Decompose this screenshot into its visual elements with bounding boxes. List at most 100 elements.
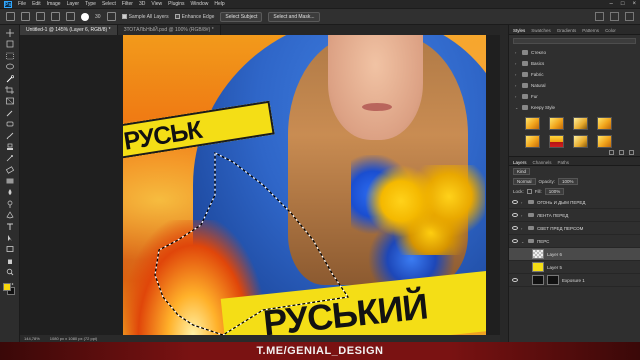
eye-icon[interactable] — [512, 239, 518, 243]
add-to-selection-icon[interactable] — [51, 12, 60, 21]
style-swatch[interactable] — [597, 135, 612, 148]
zoom-tool-icon[interactable] — [5, 268, 15, 276]
select-and-mask-button[interactable]: Select and Mask... — [268, 11, 320, 22]
crop-tool-icon[interactable] — [4, 85, 15, 94]
zoom-readout[interactable]: 144,78% — [24, 336, 40, 341]
chevron-right-icon[interactable]: › — [515, 61, 519, 66]
minimize-icon[interactable]: – — [610, 1, 613, 7]
layer-name[interactable]: ОГОНЬ И ДЫМ ПЕРЕД — [537, 200, 585, 205]
brush-size-value[interactable]: 30 — [95, 14, 101, 20]
enhance-edge-checkbox[interactable]: Enhance Edge — [174, 14, 214, 20]
move-tool-icon[interactable] — [5, 29, 15, 37]
style-group-fabric[interactable]: › Fabric — [509, 69, 640, 80]
chevron-right-icon[interactable]: › — [515, 83, 519, 88]
new-style-icon[interactable] — [619, 149, 624, 155]
brush-preview-icon[interactable] — [81, 12, 89, 21]
quick-selection-tool-icon[interactable] — [5, 74, 15, 83]
tab-color[interactable]: Color — [605, 28, 616, 33]
layer-name[interactable]: ПЕРС — [537, 239, 549, 244]
style-swatch[interactable] — [549, 135, 564, 148]
style-group-natural[interactable]: › Natural — [509, 80, 640, 91]
style-group-keepy-style[interactable]: ⌄ Keepy Style — [509, 102, 640, 113]
quick-selection-tool-icon[interactable] — [21, 12, 30, 21]
sample-all-layers-checkbox[interactable]: Sample All Layers — [121, 14, 169, 20]
layer-kind-filter[interactable]: Kind — [513, 167, 531, 175]
layer-name[interactable]: СВЕТ ПРЕД ПЕРСОМ — [537, 226, 583, 231]
chevron-right-icon[interactable]: › — [515, 94, 519, 99]
menu-layer[interactable]: Layer — [67, 1, 80, 7]
foreground-color-swatch[interactable] — [3, 283, 11, 291]
style-group-fur[interactable]: › Fur — [509, 91, 640, 102]
share-icon[interactable] — [625, 12, 634, 21]
tab-gradients[interactable]: Gradients — [557, 28, 577, 33]
tab-channels[interactable]: Channels — [533, 160, 552, 165]
style-swatch[interactable] — [573, 135, 588, 148]
tab-paths[interactable]: Paths — [558, 160, 570, 165]
opacity-input[interactable]: 100% — [558, 177, 578, 185]
healing-brush-tool-icon[interactable] — [5, 120, 15, 128]
menu-type[interactable]: Type — [85, 1, 96, 7]
marquee-tool-icon[interactable] — [5, 52, 15, 60]
chevron-down-icon[interactable]: ⌄ — [515, 105, 519, 110]
style-group-steklo[interactable]: › Стекло — [509, 47, 640, 58]
brush-angle-icon[interactable] — [106, 12, 116, 21]
tab-patterns[interactable]: Patterns — [582, 28, 599, 33]
type-tool-icon[interactable] — [5, 223, 15, 231]
menu-select[interactable]: Select — [102, 1, 116, 7]
pen-tool-icon[interactable] — [5, 211, 15, 219]
blur-tool-icon[interactable] — [5, 188, 15, 196]
style-swatch[interactable] — [525, 117, 540, 130]
dodge-tool-icon[interactable] — [5, 200, 15, 208]
layer-row[interactable]: Layer 5 — [509, 261, 640, 274]
eye-icon[interactable] — [512, 278, 518, 282]
eraser-tool-icon[interactable] — [5, 165, 15, 174]
eye-icon[interactable] — [512, 252, 518, 256]
path-selection-tool-icon[interactable] — [5, 234, 15, 242]
fill-input[interactable]: 100% — [544, 187, 565, 195]
menu-file[interactable]: File — [18, 1, 26, 7]
style-swatch[interactable] — [549, 117, 564, 130]
checkbox-box[interactable] — [174, 14, 180, 19]
menu-edit[interactable]: Edit — [32, 1, 41, 7]
menu-help[interactable]: Help — [214, 1, 224, 7]
layer-row[interactable]: Exposure 1 — [509, 274, 640, 287]
new-selection-icon[interactable] — [36, 12, 45, 21]
history-brush-tool-icon[interactable] — [5, 154, 15, 162]
frame-tool-icon[interactable] — [5, 97, 15, 105]
style-swatch[interactable] — [525, 135, 540, 148]
hand-tool-icon[interactable] — [5, 257, 15, 265]
menu-filter[interactable]: Filter — [122, 1, 133, 7]
blend-mode-select[interactable]: Normal — [513, 177, 536, 185]
delete-icon[interactable] — [629, 149, 634, 155]
eye-icon[interactable] — [512, 226, 518, 230]
tab-styles[interactable]: Styles — [513, 28, 525, 33]
menu-window[interactable]: Window — [191, 1, 209, 7]
new-group-icon[interactable] — [609, 149, 614, 155]
layer-row[interactable]: › ОГОНЬ И ДЫМ ПЕРЕД — [509, 196, 640, 209]
tab-ztotalny[interactable]: ЗТОТАЛЬНЫЙ.psd @ 100% (RGB/8#) * — [117, 25, 221, 35]
lasso-tool-icon[interactable] — [5, 63, 15, 71]
eye-icon[interactable] — [512, 265, 518, 269]
eye-icon[interactable] — [512, 213, 518, 217]
layer-row[interactable]: Layer 6 — [509, 248, 640, 261]
select-subject-button[interactable]: Select Subject — [220, 11, 263, 22]
search-icon[interactable] — [595, 12, 604, 21]
eye-icon[interactable] — [512, 200, 518, 204]
canvas-area[interactable]: РУСЬК РУСЬКИЙ — [20, 35, 508, 335]
workspace-icon[interactable] — [610, 12, 619, 21]
layer-row[interactable]: ⌄ ПЕРС — [509, 235, 640, 248]
chevron-right-icon[interactable]: › — [521, 200, 525, 205]
chevron-right-icon[interactable]: › — [521, 213, 525, 218]
tab-swatches[interactable]: Swatches — [531, 28, 551, 33]
checkbox-box[interactable] — [121, 14, 127, 19]
subtract-from-selection-icon[interactable] — [66, 12, 75, 21]
document-canvas[interactable]: РУСЬК РУСЬКИЙ — [123, 35, 486, 335]
rectangle-tool-icon[interactable] — [5, 245, 15, 253]
layer-name[interactable]: Exposure 1 — [562, 278, 585, 283]
gradient-tool-icon[interactable] — [5, 177, 15, 185]
layer-row[interactable]: › СВЕТ ПРЕД ПЕРСОМ — [509, 222, 640, 235]
chevron-down-icon[interactable]: ⌄ — [521, 239, 525, 244]
artboard-tool-icon[interactable] — [5, 40, 15, 48]
menu-plugins[interactable]: Plugins — [168, 1, 184, 7]
lock-icon[interactable] — [526, 188, 532, 194]
